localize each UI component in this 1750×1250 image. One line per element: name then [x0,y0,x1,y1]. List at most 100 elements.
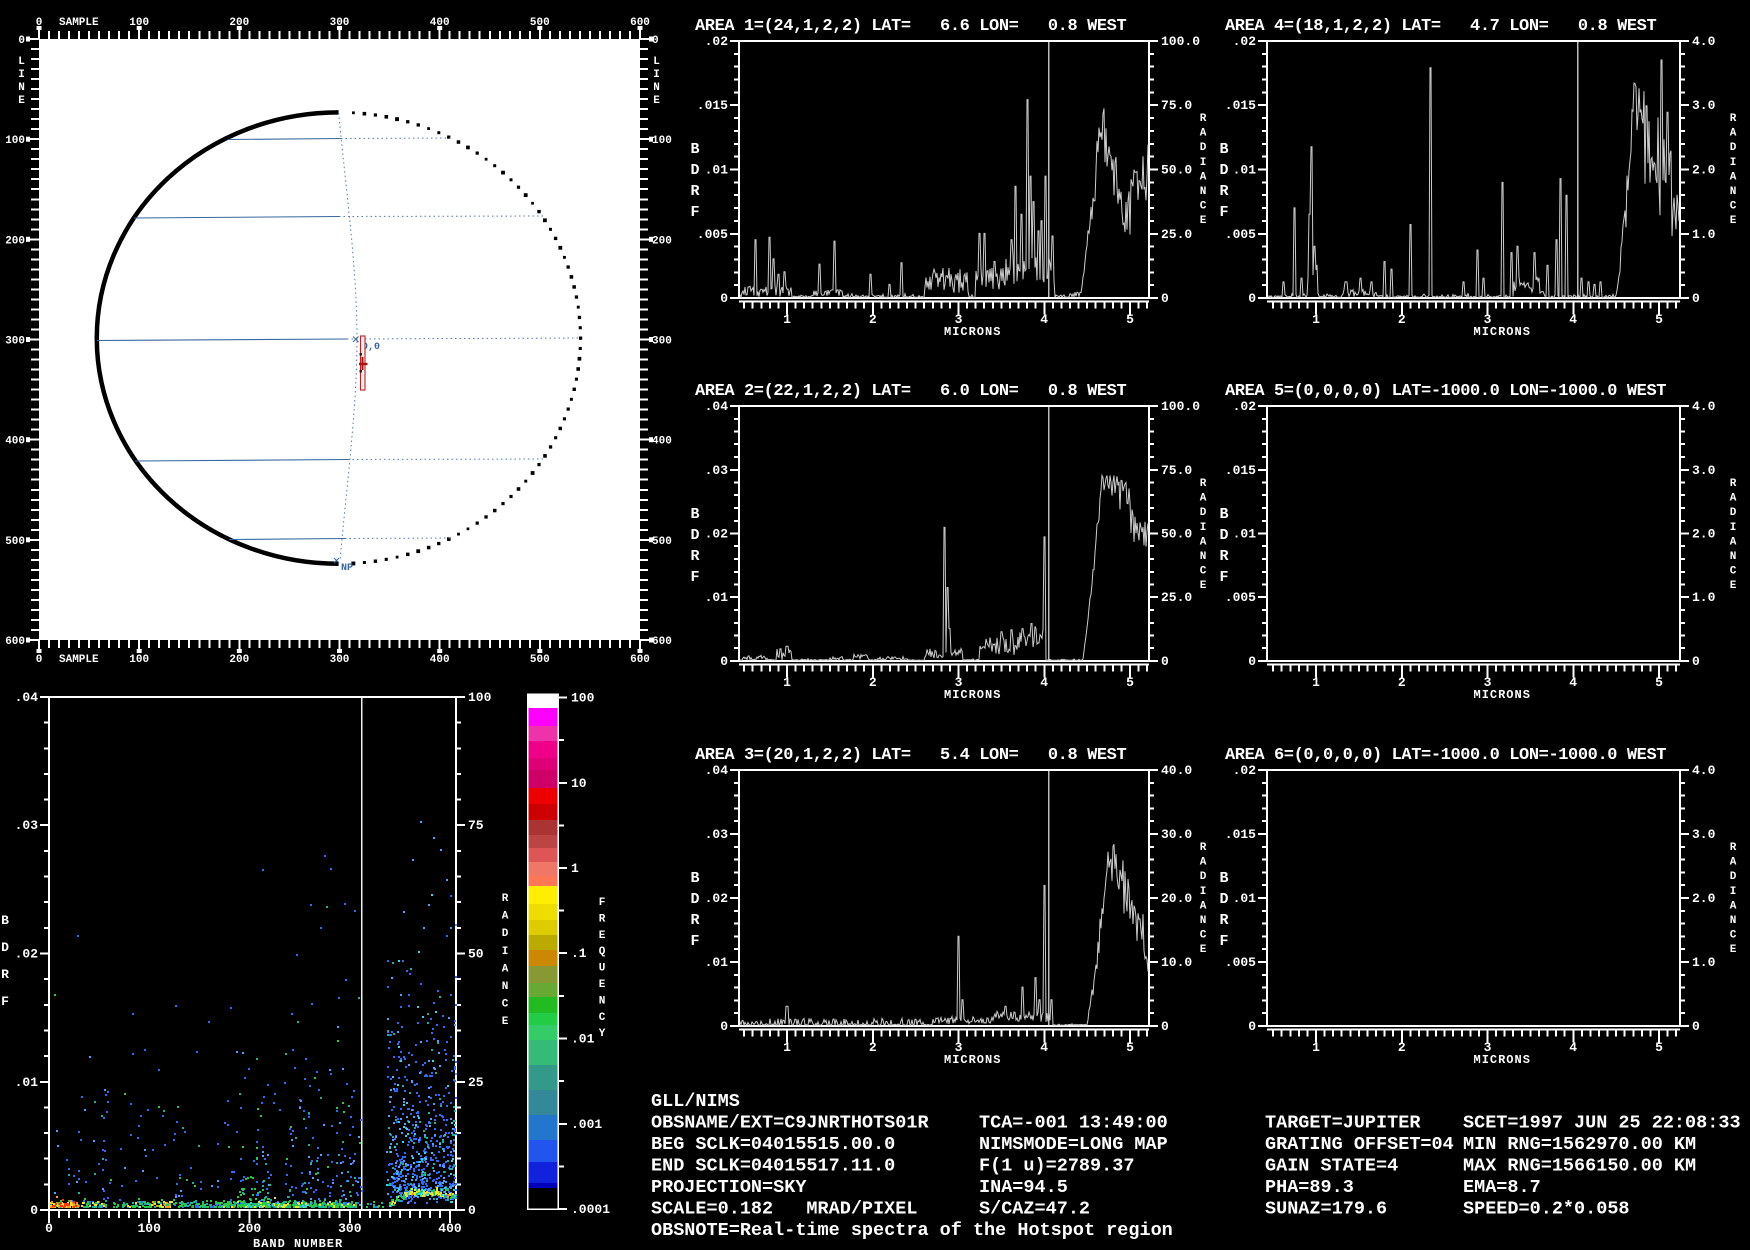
svg-text:200: 200 [5,235,25,247]
svg-text:.01: .01 [1233,163,1257,178]
svg-text:F: F [1219,569,1228,586]
svg-text:MAX RNG=1566150.00 KM: MAX RNG=1566150.00 KM [1463,1156,1696,1177]
svg-text:.02: .02 [705,891,729,906]
svg-text:0: 0 [1248,291,1256,306]
svg-text:R: R [690,548,699,565]
svg-text:A: A [1200,171,1207,183]
svg-text:25.0: 25.0 [1161,590,1192,605]
svg-text:.0001: .0001 [571,1202,610,1217]
svg-text:500: 500 [530,654,550,666]
svg-text:500: 500 [5,536,25,548]
svg-text:AREA 3=(20,1,2,2) LAT= 5.4 L: AREA 3=(20,1,2,2) LAT= 5.4 LON= 0.8 WEST [695,746,1126,765]
svg-text:.01: .01 [571,1032,595,1047]
svg-text:400: 400 [438,1221,462,1236]
svg-text:E: E [1730,215,1737,227]
svg-text:AREA 4=(18,1,2,2) LAT= 4.7 L: AREA 4=(18,1,2,2) LAT= 4.7 LON= 0.8 WEST [1225,17,1656,36]
svg-text:.04: .04 [705,763,729,778]
svg-text:400: 400 [652,436,672,448]
svg-text:0: 0 [36,654,43,666]
svg-text:.015: .015 [1225,98,1256,113]
svg-text:N: N [1730,551,1737,563]
svg-text:I: I [1200,886,1207,898]
svg-text:4.0: 4.0 [1692,34,1716,49]
svg-text:AREA 6=(0,0,0,0) LAT=-1000.0 L: AREA 6=(0,0,0,0) LAT=-1000.0 LON=-1000.0… [1225,746,1666,765]
svg-text:B: B [690,506,699,523]
svg-text:R: R [1200,113,1207,125]
svg-text:R: R [599,913,606,925]
svg-text:N: N [653,82,660,94]
svg-text:A: A [1200,857,1207,869]
svg-text:A: A [1730,536,1737,548]
svg-text:100: 100 [5,135,25,147]
svg-text:I: I [1200,157,1207,169]
svg-text:MICRONS: MICRONS [944,1053,1001,1067]
svg-text:75.0: 75.0 [1161,463,1192,478]
svg-text:D: D [1200,871,1207,883]
svg-text:2: 2 [1398,1040,1406,1055]
svg-text:I: I [18,69,25,81]
svg-text:0: 0 [1692,654,1700,669]
svg-text:.03: .03 [705,827,729,842]
svg-text:R: R [502,893,509,905]
svg-text:R: R [1730,478,1737,490]
svg-text:.04: .04 [705,399,729,414]
svg-text:.1: .1 [571,946,587,961]
svg-text:4.0: 4.0 [1692,399,1716,414]
svg-text:D: D [502,928,509,940]
svg-text:1: 1 [783,675,791,690]
svg-text:.01: .01 [705,590,729,605]
svg-text:50.0: 50.0 [1161,163,1192,178]
svg-text:1.0: 1.0 [1692,227,1716,242]
svg-text:S/CAZ=47.2: S/CAZ=47.2 [979,1199,1090,1220]
svg-text:5: 5 [1126,675,1134,690]
svg-text:0: 0 [45,1221,53,1236]
svg-text:N: N [599,995,606,1007]
svg-text:.01: .01 [1233,891,1257,906]
svg-text:.015: .015 [1225,827,1256,842]
svg-text:A: A [1730,857,1737,869]
svg-text:B: B [1,913,9,928]
svg-text:0: 0 [1692,291,1700,306]
svg-text:1: 1 [571,861,579,876]
svg-text:600: 600 [630,17,650,29]
svg-text:50.0: 50.0 [1161,527,1192,542]
svg-text:F: F [690,933,699,950]
svg-text:GRATING OFFSET=04: GRATING OFFSET=04 [1265,1134,1454,1155]
svg-text:C: C [1200,930,1207,942]
svg-text:SUNAZ=179.6: SUNAZ=179.6 [1265,1199,1387,1220]
svg-text:10: 10 [571,776,587,791]
svg-text:2: 2 [1398,312,1406,327]
svg-text:.001: .001 [571,1117,602,1132]
svg-text:I: I [653,69,660,81]
svg-text:N: N [502,981,509,993]
svg-text:E: E [502,1016,509,1028]
svg-text:R: R [1730,842,1737,854]
svg-text:E: E [599,979,606,991]
svg-text:5: 5 [1126,312,1134,327]
svg-text:3.0: 3.0 [1692,827,1716,842]
svg-text:2.0: 2.0 [1692,163,1716,178]
svg-text:N: N [1200,915,1207,927]
svg-text:1: 1 [783,312,791,327]
svg-text:A: A [1730,493,1737,505]
svg-text:SCET=1997 JUN 25 22:08:33: SCET=1997 JUN 25 22:08:33 [1463,1113,1741,1134]
svg-text:D: D [690,527,699,544]
svg-text:.005: .005 [1225,227,1256,242]
svg-text:B: B [1219,870,1228,887]
svg-text:D: D [690,891,699,908]
svg-text:E: E [1730,580,1737,592]
svg-text:F: F [1219,204,1228,221]
svg-text:25: 25 [468,1075,484,1090]
svg-text:.01: .01 [1233,527,1257,542]
svg-text:.005: .005 [1225,955,1256,970]
svg-text:Y: Y [599,1028,606,1040]
svg-text:END SCLK=04015517.11.0: END SCLK=04015517.11.0 [651,1156,895,1177]
svg-text:.03: .03 [15,818,39,833]
svg-text:MICRONS: MICRONS [1474,325,1531,339]
svg-text:U: U [599,963,606,975]
svg-text:F: F [599,897,606,909]
svg-text:MICRONS: MICRONS [944,325,1001,339]
svg-text:F: F [690,204,699,221]
svg-text:D: D [1,940,9,955]
svg-text:100.0: 100.0 [1161,34,1200,49]
